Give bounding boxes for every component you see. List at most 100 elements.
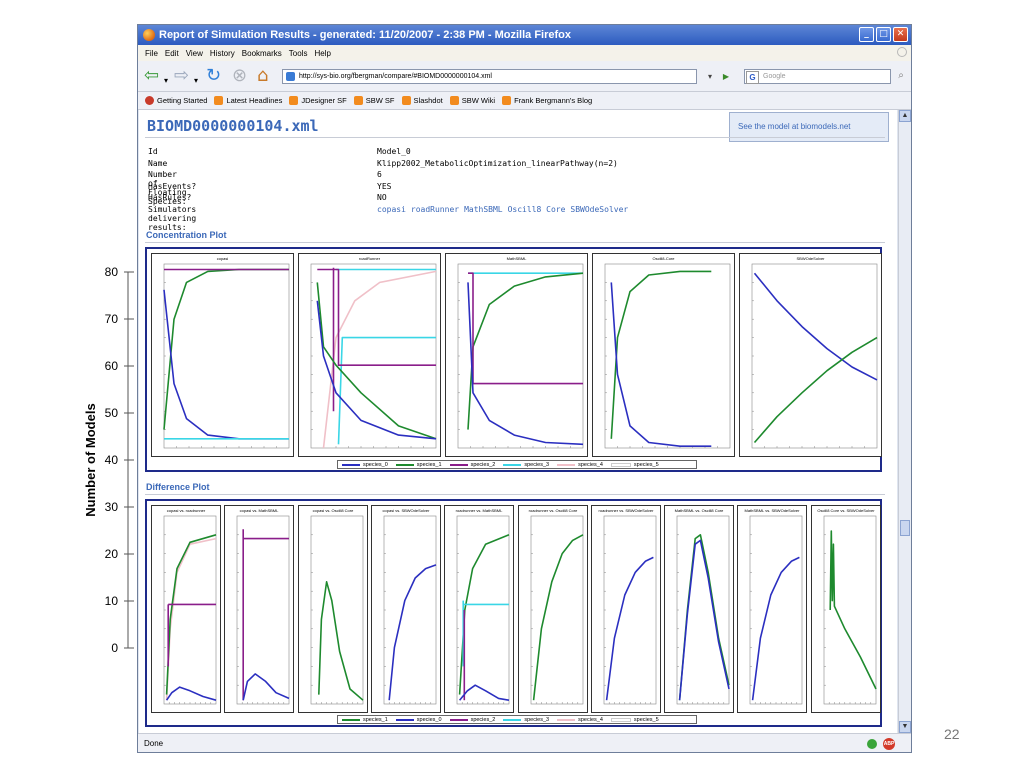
bookmark-jdesigner-sf[interactable]: JDesigner SF	[289, 96, 347, 105]
plot-panel: roadRunner	[298, 253, 441, 457]
plot-title: copasi vs. Oscill8 Core	[312, 508, 353, 513]
menu-edit[interactable]: Edit	[165, 49, 179, 58]
legend-label: species_3	[524, 716, 550, 723]
go-arrow-icon[interactable]: ▶	[720, 69, 732, 84]
page-title: BIOMD0000000104.xml	[147, 117, 319, 135]
bookmark-slashdot[interactable]: Slashdot	[401, 96, 443, 105]
plot-svg: roadrunner vs. MathSBML	[456, 508, 510, 705]
close-button[interactable]: ✕	[893, 27, 908, 42]
minimize-button[interactable]: _	[859, 27, 874, 42]
series-line-species-0	[163, 289, 289, 440]
plot-title: roadrunner vs. SBWOdeSolver	[598, 508, 654, 513]
menu-file[interactable]: File	[145, 49, 158, 58]
series-line-species-1	[467, 272, 584, 430]
legend-swatch	[342, 718, 360, 721]
firefox-logo-icon	[143, 29, 155, 41]
plot-svg: Oscill8-Core	[604, 256, 731, 449]
rss-feed-icon	[289, 96, 299, 105]
info-value: YES	[377, 181, 392, 191]
bookmarks-toolbar: Getting Started Latest Headlines JDesign…	[138, 92, 911, 110]
plot-panel: copasi vs. SBWOdeSolver	[370, 505, 441, 713]
plot-panel: copasi vs. MathSBML	[224, 505, 295, 713]
menu-bookmarks[interactable]: Bookmarks	[242, 49, 282, 58]
bookmark-label: SBW Wiki	[461, 96, 496, 105]
menu-history[interactable]: History	[210, 49, 235, 58]
simulator-link-mathsbml[interactable]: MathSBML	[464, 205, 503, 214]
adblock-icon[interactable]: ABP	[883, 738, 895, 750]
slide-axis-ticks: 80 70 60 50 40 30 20 10 0	[105, 265, 134, 655]
series-line-species-1	[458, 534, 510, 695]
bookmark-label: SBW SF	[365, 96, 395, 105]
google-g-icon[interactable]: G	[746, 71, 759, 84]
legend-label: species_2	[470, 461, 496, 468]
bookmark-label: Slashdot	[413, 96, 443, 105]
maximize-button[interactable]: □	[876, 27, 891, 42]
simulator-link-sbwodesolver[interactable]: SBWOdeSolver	[570, 205, 628, 214]
plot-panel: copasi vs. Oscill8 Core	[297, 505, 368, 713]
reload-icon[interactable]: ↻	[206, 66, 221, 86]
slide-axis-tick-label: 70	[105, 312, 119, 326]
simulator-link-copasi[interactable]: copasi	[377, 205, 406, 214]
plot-title: SBWOdeSolver	[796, 256, 825, 261]
menu-help[interactable]: Help	[314, 49, 330, 58]
series-line-species-1	[829, 530, 877, 690]
info-key: Simulators delivering results:	[148, 204, 197, 232]
url-text: http://sys-bio.org/fbergman/compare/#BIO…	[299, 73, 492, 80]
menu-tools[interactable]: Tools	[289, 49, 308, 58]
simulator-link-oscill8-core[interactable]: Oscill8 Core	[508, 205, 566, 214]
navigation-toolbar: ⇦ ▾ ⇨ ▾ ↻ ⊗ ⌂ http://sys-bio.org/fbergma…	[138, 61, 911, 92]
plot-title: copasi	[217, 256, 229, 261]
search-box[interactable]: G Google	[744, 69, 891, 84]
search-magnifier-icon[interactable]: ⌕	[894, 68, 908, 84]
bookmark-frank-bergmann-blog[interactable]: Frank Bergmann's Blog	[502, 96, 592, 105]
legend-label: species_5	[633, 461, 659, 468]
vertical-scrollbar[interactable]: ▲ ▼	[898, 110, 911, 733]
forward-arrow-icon[interactable]: ⇨	[174, 66, 189, 86]
menu-view[interactable]: View	[186, 49, 203, 58]
bookmark-label: Getting Started	[157, 96, 208, 105]
bookmark-label: Frank Bergmann's Blog	[514, 96, 593, 105]
plot-svg: roadrunner vs. SBWOdeSolver	[598, 508, 657, 705]
scroll-up-arrow-icon[interactable]: ▲	[899, 110, 911, 122]
series-line-species-1	[163, 268, 289, 430]
back-dropdown-icon[interactable]: ▾	[164, 71, 168, 91]
home-icon[interactable]: ⌂	[257, 66, 268, 86]
series-line-species-4	[165, 537, 217, 701]
scroll-down-arrow-icon[interactable]: ▼	[899, 721, 911, 733]
info-key: HasRules?	[148, 193, 192, 203]
bookmark-sbw-wiki[interactable]: SBW Wiki	[449, 96, 496, 105]
plot-svg: roadRunner	[310, 256, 437, 449]
slide-axis-tick-label: 20	[105, 547, 119, 561]
bookmark-sbw-sf[interactable]: SBW SF	[353, 96, 395, 105]
plot-svg: copasi vs. SBWOdeSolver	[382, 508, 437, 705]
bookmark-getting-started[interactable]: Getting Started	[145, 96, 207, 105]
legend-swatch	[503, 718, 522, 721]
url-bar[interactable]: http://sys-bio.org/fbergman/compare/#BIO…	[282, 69, 697, 84]
url-dropdown-icon[interactable]: ▾	[704, 69, 716, 84]
plot-svg: copasi vs. Oscill8 Core	[310, 508, 364, 705]
plot-svg: MathSBML vs. SBWOdeSolver	[745, 508, 803, 705]
info-value: Model_0	[377, 147, 411, 156]
legend-item: species_0	[342, 462, 388, 468]
scroll-thumb[interactable]	[900, 520, 910, 536]
legend-item: species_4	[557, 462, 603, 468]
plot-svg: copasi vs. roadrunner	[163, 508, 217, 705]
rss-feed-icon	[353, 96, 363, 105]
series-line-species-3	[337, 336, 436, 445]
bookmark-latest-headlines[interactable]: Latest Headlines	[214, 96, 282, 105]
status-check-icon[interactable]	[867, 739, 877, 749]
back-arrow-icon[interactable]: ⇦	[144, 66, 159, 86]
plot-panel: SBWOdeSolver	[739, 253, 882, 457]
site-favicon-icon	[286, 71, 295, 81]
legend-label: species_0	[416, 716, 442, 723]
title-bar[interactable]: Report of Simulation Results - generated…	[138, 25, 911, 45]
rss-feed-icon	[214, 96, 224, 105]
throbber-icon	[897, 47, 907, 57]
simulator-link-roadrunner[interactable]: roadRunner	[411, 205, 459, 214]
legend-label: species_4	[578, 461, 603, 468]
stop-icon[interactable]: ⊗	[232, 66, 247, 86]
series-line-species-0	[388, 564, 437, 701]
legend-swatch	[449, 718, 468, 721]
plot-title: roadrunner vs. Oscill8 Core	[528, 508, 577, 513]
forward-dropdown-icon[interactable]: ▾	[194, 71, 198, 91]
